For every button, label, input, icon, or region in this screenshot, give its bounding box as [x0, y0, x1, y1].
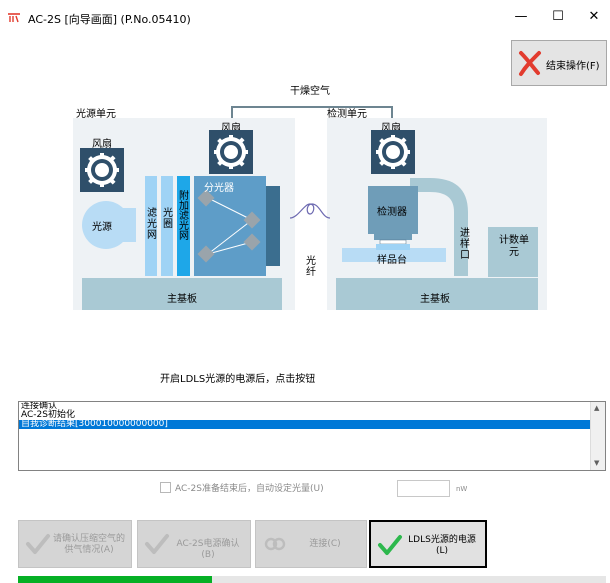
ldls-power-label: LDLS光源的电源(L): [408, 535, 476, 556]
spectrometer-label: 分光器: [204, 183, 234, 194]
log-scrollbar[interactable]: ▲ ▼: [590, 402, 605, 470]
sample-stage-label: 样品台: [377, 255, 407, 266]
close-button[interactable]: ✕: [578, 6, 610, 28]
instruction-text: 开启LDLS光源的电源后，点击按钮: [160, 374, 316, 385]
fiber-label: 光纤: [306, 256, 316, 278]
check-icon: [26, 534, 50, 554]
light-mainboard-label: 主基板: [167, 294, 197, 305]
status-log-list[interactable]: 连接确认 AC-2S初始化 自我诊断结果[300010000000000] ▲ …: [18, 401, 606, 471]
exit-operation-label: 结束操作(F): [546, 61, 600, 72]
scroll-down-icon[interactable]: ▼: [594, 459, 599, 467]
detector-assembly: [342, 178, 468, 276]
aperture-label: 光圈: [163, 208, 173, 230]
connect-label: 连接(C): [309, 539, 341, 549]
counter-unit-label: 计数单元: [499, 235, 529, 258]
confirm-air-label: 请确认压缩空气的供气情况(A): [52, 534, 125, 555]
fan-icon: [80, 148, 124, 192]
auto-light-label: AC-2S准备结束后，自动设定光量(U): [175, 484, 324, 494]
window-title: AC-2S [向导画面] (P.No.05410): [28, 13, 191, 26]
light-source-label: 光源: [92, 222, 112, 233]
check-icon: [378, 535, 402, 555]
scroll-up-icon[interactable]: ▲: [594, 404, 599, 412]
attached-filter-label: 附加滤光网: [179, 191, 189, 242]
light-power-input[interactable]: [397, 480, 450, 497]
detector-label: 检测器: [377, 207, 407, 218]
dry-air-label: 干燥空气: [290, 86, 330, 97]
progress-fill: [18, 576, 213, 583]
check-icon: [145, 534, 169, 554]
minimize-button[interactable]: —: [505, 6, 537, 28]
instrument-diagram: 干燥空气 光源单元 检测单元 风扇 风扇 风扇 光源 滤光网 光圈 附加滤光网 …: [0, 80, 610, 320]
red-x-icon: [519, 51, 541, 76]
light-power-unit: nW: [456, 485, 468, 493]
fan-icon: [209, 130, 253, 174]
detect-mainboard-label: 主基板: [420, 294, 450, 305]
maximize-button[interactable]: ☐: [542, 6, 574, 28]
power-check-button[interactable]: AC-2S电源确认(B): [137, 520, 251, 568]
ldls-power-button[interactable]: LDLS光源的电源(L): [369, 520, 487, 568]
fan-icon: [371, 130, 415, 174]
title-bar: AC-2S [向导画面] (P.No.05410) — ☐ ✕: [0, 0, 610, 34]
confirm-air-button[interactable]: 请确认压缩空气的供气情况(A): [18, 520, 132, 568]
log-item-selected[interactable]: 自我诊断结果[300010000000000]: [19, 420, 590, 429]
inlet-label: 进样口: [460, 228, 470, 261]
app-logo-icon: [7, 10, 21, 24]
power-check-label: AC-2S电源确认(B): [176, 539, 240, 560]
progress-bar: [18, 576, 606, 583]
link-icon: [264, 537, 286, 551]
fiber-icon: [289, 203, 331, 219]
filter-label: 滤光网: [147, 208, 157, 241]
log-item[interactable]: 连接确认: [19, 402, 590, 411]
auto-light-checkbox[interactable]: [160, 482, 171, 493]
connect-button[interactable]: 连接(C): [255, 520, 367, 568]
